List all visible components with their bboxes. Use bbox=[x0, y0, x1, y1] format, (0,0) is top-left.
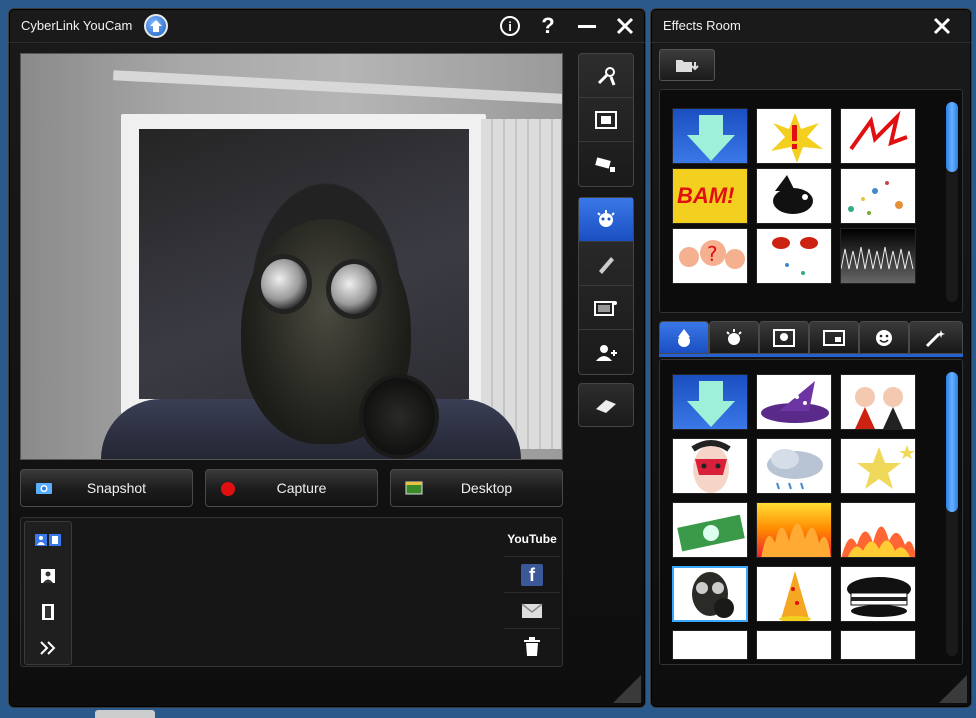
title-bar[interactable]: CyberLink YouCam i ? bbox=[9, 9, 645, 43]
effect-category-tabs bbox=[659, 321, 963, 357]
effect-thumb-bird[interactable] bbox=[756, 168, 832, 224]
smiley-icon[interactable] bbox=[859, 321, 909, 354]
youtube-button[interactable]: YouTube bbox=[504, 521, 560, 557]
all-media-icon[interactable] bbox=[25, 522, 71, 558]
effect-thumb-lightning[interactable] bbox=[840, 108, 916, 164]
settings-icon[interactable] bbox=[579, 54, 633, 98]
capture-actions: Snapshot Capture Desktop bbox=[20, 469, 563, 509]
effect-thumb-confetti[interactable] bbox=[840, 168, 916, 224]
close-icon[interactable] bbox=[612, 13, 638, 39]
effect-thumb-party-hat[interactable] bbox=[756, 566, 832, 622]
effect-thumb-police-cap[interactable] bbox=[840, 566, 916, 622]
effects-grid-top: BAM! ? bbox=[659, 89, 963, 313]
taskbar-item[interactable] bbox=[95, 710, 155, 718]
desktop-icon bbox=[405, 481, 423, 498]
record-icon bbox=[220, 481, 236, 500]
trash-icon bbox=[524, 637, 540, 656]
effect-thumb-download[interactable] bbox=[672, 108, 748, 164]
effect-thumb-gas-mask[interactable] bbox=[672, 566, 748, 622]
help-icon[interactable]: ? bbox=[535, 13, 561, 39]
screen-icon[interactable] bbox=[809, 321, 859, 354]
effects-resize-grip[interactable] bbox=[939, 675, 967, 703]
app-title: CyberLink YouCam bbox=[21, 18, 133, 33]
effects-icon[interactable] bbox=[579, 198, 633, 242]
effects-grid-bottom bbox=[659, 359, 963, 665]
effect-thumb-question[interactable]: ? bbox=[672, 228, 748, 284]
snapshot-button[interactable]: Snapshot bbox=[20, 469, 193, 507]
effect-thumb-lips[interactable] bbox=[756, 228, 832, 284]
face-icon[interactable] bbox=[709, 321, 759, 354]
effects-title: Effects Room bbox=[663, 18, 741, 33]
photo-icon[interactable] bbox=[25, 558, 71, 594]
fullscreen-icon[interactable] bbox=[579, 98, 633, 142]
resize-grip[interactable] bbox=[613, 675, 641, 703]
youtube-label: YouTube bbox=[507, 531, 557, 546]
video-icon[interactable] bbox=[25, 594, 71, 630]
share-panel: YouTube f bbox=[504, 521, 560, 665]
effect-thumb-partial-2[interactable] bbox=[756, 630, 832, 660]
camera-icon bbox=[35, 481, 53, 498]
email-icon bbox=[521, 602, 543, 618]
effect-thumb-partial-3[interactable] bbox=[840, 630, 916, 660]
effect-thumb-bam[interactable]: BAM! bbox=[672, 168, 748, 224]
delete-button[interactable] bbox=[504, 629, 560, 665]
effect-thumb-fire-2[interactable] bbox=[840, 502, 916, 558]
hat-icon[interactable] bbox=[659, 321, 709, 354]
facebook-icon: f bbox=[521, 563, 543, 586]
expand-icon[interactable] bbox=[25, 630, 71, 666]
effect-thumb-money[interactable] bbox=[672, 502, 748, 558]
import-folder-button[interactable] bbox=[659, 49, 715, 81]
effect-thumb-stars[interactable] bbox=[840, 438, 916, 494]
tool-group-effects bbox=[578, 197, 634, 375]
email-button[interactable] bbox=[504, 593, 560, 629]
folder-icon bbox=[676, 60, 699, 72]
effect-thumb-witch-hat[interactable] bbox=[756, 374, 832, 430]
tool-group-eraser bbox=[578, 383, 634, 427]
tool-group-settings bbox=[578, 53, 634, 187]
media-library: YouTube f bbox=[20, 517, 563, 667]
effects-top-scrollbar[interactable] bbox=[946, 102, 958, 302]
eraser-icon[interactable] bbox=[579, 384, 633, 428]
effects-bottom-scrollbar[interactable] bbox=[946, 372, 958, 656]
svg-text:?: ? bbox=[707, 242, 718, 266]
effect-thumb-angels[interactable] bbox=[840, 374, 916, 430]
effects-title-bar[interactable]: Effects Room bbox=[651, 9, 971, 43]
wand-icon[interactable] bbox=[909, 321, 963, 354]
effects-close-icon[interactable] bbox=[929, 13, 955, 39]
frame-icon[interactable] bbox=[759, 321, 809, 354]
home-icon[interactable] bbox=[144, 14, 168, 38]
draw-icon[interactable] bbox=[579, 242, 633, 286]
effect-thumb-opera-mask[interactable] bbox=[672, 438, 748, 494]
info-icon[interactable]: i bbox=[497, 13, 523, 39]
capture-button[interactable]: Capture bbox=[205, 469, 378, 507]
youcam-main-window: CyberLink YouCam i ? Snapshot Capture De… bbox=[8, 8, 646, 708]
scene-icon[interactable] bbox=[579, 286, 633, 330]
effect-thumb-clouds[interactable] bbox=[756, 438, 832, 494]
desktop-button[interactable]: Desktop bbox=[390, 469, 563, 507]
effect-thumb-explosion[interactable] bbox=[756, 108, 832, 164]
effect-thumb-download-2[interactable] bbox=[672, 374, 748, 430]
effect-thumb-fire[interactable] bbox=[756, 502, 832, 558]
face-tracking-icon[interactable] bbox=[579, 330, 633, 374]
effect-thumb-waves[interactable] bbox=[840, 228, 916, 284]
library-tabs bbox=[24, 521, 72, 665]
webcam-settings-icon[interactable] bbox=[579, 142, 633, 186]
effect-thumb-partial-1[interactable] bbox=[672, 630, 748, 660]
facebook-button[interactable]: f bbox=[504, 557, 560, 593]
webcam-preview bbox=[20, 53, 563, 460]
minimize-icon[interactable] bbox=[574, 13, 600, 39]
effects-room-window: Effects Room BAM! ? bbox=[650, 8, 972, 708]
